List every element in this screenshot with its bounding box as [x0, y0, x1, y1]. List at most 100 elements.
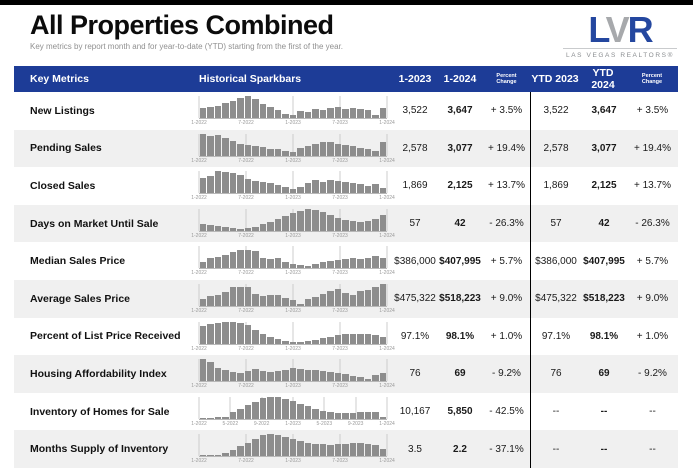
value-ytd-2023: 3,522: [531, 92, 581, 130]
table-row: Inventory of Homes for Sale 1-20225-2022…: [14, 393, 678, 431]
title-block: All Properties Combined Key metrics by r…: [30, 11, 343, 51]
sparkbar-chart: 1-20227-20221-20237-20231-2024: [197, 205, 393, 243]
sparkbar-axis-labels: 1-20227-20221-20237-20231-2024: [199, 307, 387, 315]
ytd-section: -- -- --: [530, 430, 678, 468]
table-row: Months Supply of Inventory 1-20227-20221…: [14, 430, 678, 468]
value-ytd-2023: 1,869: [531, 167, 581, 205]
sparkbar-plot-area: [199, 322, 387, 345]
table-row: Pending Sales 1-20227-20221-20237-20231-…: [14, 130, 678, 168]
header-historical-sparkbars: Historical Sparkbars: [197, 73, 393, 85]
value-percent-change: + 3.5%: [483, 92, 530, 130]
sparkbar-plot-area: [199, 397, 387, 420]
ytd-section: 3,522 3,647 + 3.5%: [530, 92, 678, 130]
value-percent-change: + 13.7%: [483, 167, 530, 205]
value-1-2024: 98.1%: [437, 318, 483, 356]
sparkbar-chart: 1-20227-20221-20237-20231-2024: [197, 92, 393, 130]
value-ytd-2024: $407,995: [581, 242, 627, 280]
change-label: Change: [483, 79, 530, 85]
value-ytd-2023: 2,578: [531, 130, 581, 168]
page-subtitle: Key metrics by report month and for year…: [30, 42, 343, 51]
value-1-2023: 57: [393, 205, 437, 243]
sparkbar-axis-labels: 1-20227-20221-20237-20231-2024: [199, 232, 387, 240]
header-ytd-2024: YTD 2024: [580, 67, 626, 91]
value-ytd-percent-change: + 3.5%: [627, 92, 678, 130]
value-ytd-2024: 42: [581, 205, 627, 243]
value-ytd-2023: 97.1%: [531, 318, 581, 356]
value-ytd-2023: $386,000: [531, 242, 581, 280]
lvr-logo-letters: LVR: [561, 13, 679, 47]
value-percent-change: + 5.7%: [483, 242, 530, 280]
ytd-section: -- -- --: [530, 393, 678, 431]
metric-label: Average Sales Price: [14, 280, 197, 318]
value-ytd-2024: 98.1%: [581, 318, 627, 356]
value-ytd-2024: 3,647: [581, 92, 627, 130]
value-ytd-2023: --: [531, 430, 581, 468]
value-ytd-2024: --: [581, 430, 627, 468]
value-percent-change: - 9.2%: [483, 355, 530, 393]
value-1-2024: 3,077: [437, 130, 483, 168]
value-ytd-percent-change: --: [627, 393, 678, 431]
sparkbar-chart: 1-20227-20221-20237-20231-2024: [197, 167, 393, 205]
value-ytd-2023: 57: [531, 205, 581, 243]
value-percent-change: - 37.1%: [483, 430, 530, 468]
value-1-2023: 97.1%: [393, 318, 437, 356]
sparkbar-plot-area: [199, 96, 387, 119]
sparkbar-chart: 1-20225-20229-20221-20235-20239-20231-20…: [197, 393, 393, 431]
sparkbar-chart: 1-20227-20221-20237-20231-2024: [197, 280, 393, 318]
metric-label: Median Sales Price: [14, 242, 197, 280]
value-ytd-percent-change: + 1.0%: [627, 318, 678, 356]
sparkbar-axis-labels: 1-20227-20221-20237-20231-2024: [199, 119, 387, 127]
ytd-section: 97.1% 98.1% + 1.0%: [530, 318, 678, 356]
header-ytd-percent-change: Percent Change: [626, 73, 678, 85]
table-row: Median Sales Price 1-20227-20221-20237-2…: [14, 242, 678, 280]
sparkbar-axis-labels: 1-20227-20221-20237-20231-2024: [199, 345, 387, 353]
ytd-section: $475,322 $518,223 + 9.0%: [530, 280, 678, 318]
table-row: Percent of List Price Received 1-20227-2…: [14, 318, 678, 356]
logo-letter-l: L: [588, 9, 605, 50]
value-percent-change: + 1.0%: [483, 318, 530, 356]
ytd-section: 76 69 - 9.2%: [530, 355, 678, 393]
value-1-2024: 42: [437, 205, 483, 243]
sparkbar-chart: 1-20227-20221-20237-20231-2024: [197, 318, 393, 356]
logo-letter-v: V: [606, 9, 628, 50]
sparkbar-axis-labels: 1-20227-20221-20237-20231-2024: [199, 269, 387, 277]
value-1-2023: 3,522: [393, 92, 437, 130]
sparkbar-plot-area: [199, 171, 387, 194]
metric-label: Days on Market Until Sale: [14, 205, 197, 243]
sparkbar-axis-labels: 1-20225-20229-20221-20235-20239-20231-20…: [199, 420, 387, 428]
value-ytd-percent-change: + 5.7%: [627, 242, 678, 280]
sparkbar-chart: 1-20227-20221-20237-20231-2024: [197, 242, 393, 280]
sparkbar-plot-area: [199, 359, 387, 382]
metrics-table: Key Metrics Historical Sparkbars 1-2023 …: [14, 66, 678, 468]
sparkbar-chart: 1-20227-20221-20237-20231-2024: [197, 130, 393, 168]
lvr-logo: LVR LAS VEGAS REALTORS®: [561, 13, 679, 59]
logo-letter-r: R: [628, 9, 652, 50]
ytd-section: $386,000 $407,995 + 5.7%: [530, 242, 678, 280]
header-ytd-2023: YTD 2023: [530, 73, 580, 85]
value-ytd-percent-change: --: [627, 430, 678, 468]
value-1-2023: 76: [393, 355, 437, 393]
metric-label: Inventory of Homes for Sale: [14, 393, 197, 431]
sparkbar-plot-area: [199, 284, 387, 307]
logo-caption: LAS VEGAS REALTORS®: [561, 52, 679, 59]
value-ytd-2024: 69: [581, 355, 627, 393]
sparkbar-axis-labels: 1-20227-20221-20237-20231-2024: [199, 157, 387, 165]
sparkbar-axis-labels: 1-20227-20221-20237-20231-2024: [199, 382, 387, 390]
ytd-section: 57 42 - 26.3%: [530, 205, 678, 243]
header-1-2023: 1-2023: [393, 73, 437, 85]
metric-label: Pending Sales: [14, 130, 197, 168]
header-key-metrics: Key Metrics: [14, 73, 197, 85]
ytd-section: 1,869 2,125 + 13.7%: [530, 167, 678, 205]
value-ytd-2023: $475,322: [531, 280, 581, 318]
sparkbar-plot-area: [199, 209, 387, 232]
ytd-section: 2,578 3,077 + 19.4%: [530, 130, 678, 168]
value-percent-change: + 19.4%: [483, 130, 530, 168]
metric-label: Months Supply of Inventory: [14, 430, 197, 468]
report-header: All Properties Combined Key metrics by r…: [0, 5, 693, 62]
value-1-2023: $386,000: [393, 242, 437, 280]
value-ytd-percent-change: + 9.0%: [627, 280, 678, 318]
value-1-2024: $407,995: [437, 242, 483, 280]
value-1-2023: 3.5: [393, 430, 437, 468]
value-1-2024: 2,125: [437, 167, 483, 205]
value-ytd-percent-change: + 13.7%: [627, 167, 678, 205]
